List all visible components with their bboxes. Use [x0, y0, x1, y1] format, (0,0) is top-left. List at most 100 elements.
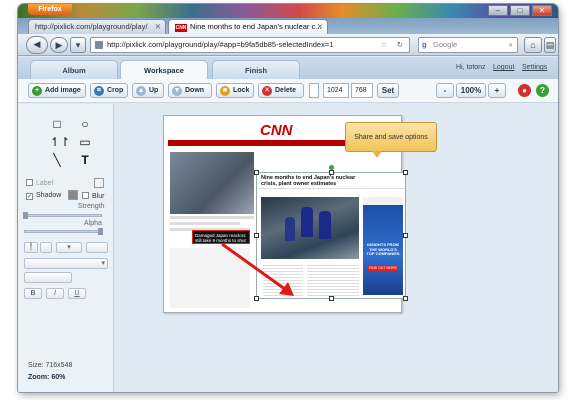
font-dropdown[interactable]: ▾ — [24, 258, 108, 269]
ad-text: INSIGHTS FROM THE WORLD'S TOP COMPANIES — [366, 242, 400, 256]
label-color-swatch[interactable] — [94, 178, 104, 188]
font-size-dropdown[interactable] — [24, 272, 72, 283]
navigation-bar: ◀ ▶ ▾ http://pixlick.com/playground/play… — [18, 34, 558, 56]
rotate-handle[interactable] — [329, 165, 334, 170]
firefox-menu-button[interactable]: Firefox — [28, 4, 72, 15]
add-image-button[interactable]: + Add image — [28, 83, 86, 98]
down-label: Down — [185, 87, 205, 94]
up-button[interactable]: ▲ Up — [132, 83, 164, 98]
maximize-button[interactable]: □ — [510, 5, 530, 16]
down-button[interactable]: ▼ Down — [168, 83, 212, 98]
tab-label: Nine months to end Japan's nuclear c... — [190, 22, 322, 31]
browser-tab-pixlick[interactable]: http://pixlick.com/playground/play/ ✕ — [28, 19, 166, 34]
background-color-swatch[interactable] — [309, 83, 319, 98]
canvas-area[interactable]: CNN Nine months to end Japan's nuclear c… — [115, 104, 558, 392]
back-button[interactable]: ◀ — [26, 36, 48, 54]
browser-tab-strip: http://pixlick.com/playground/play/ ✕ CN… — [18, 18, 558, 34]
resize-handle[interactable] — [329, 296, 334, 301]
ad-button: FIND OUT MORE — [368, 265, 398, 271]
style-dropdown[interactable]: ▾ — [56, 242, 82, 253]
resize-handle[interactable] — [329, 170, 334, 175]
label-checkbox[interactable] — [26, 179, 33, 186]
blur-checkbox[interactable] — [82, 192, 89, 199]
arrows-tool-icon[interactable]: ↿↾ — [50, 135, 70, 149]
resize-handle[interactable] — [254, 170, 259, 175]
image-size-label: Size: 716x548 — [28, 362, 73, 369]
set-size-button[interactable]: Set — [377, 83, 399, 98]
settings-link[interactable]: Settings — [522, 64, 547, 71]
close-icon[interactable]: ✕ — [317, 20, 323, 33]
url-bar[interactable]: http://pixlick.com/playground/play/#app=… — [90, 37, 410, 53]
article-headline: Nine months to end Japan's nuclear crisi… — [261, 175, 356, 187]
url-text: http://pixlick.com/playground/play/#app=… — [107, 40, 334, 49]
google-icon: g — [422, 40, 427, 49]
height-input[interactable]: 768 — [351, 83, 373, 98]
crop-label: Crop — [107, 87, 124, 94]
blur-option[interactable]: Blur — [82, 192, 104, 200]
search-placeholder: Google — [433, 40, 458, 49]
shadow-color-swatch[interactable] — [68, 190, 78, 200]
record-icon[interactable]: ● — [518, 84, 531, 97]
shadow-option[interactable]: ✓ Shadow — [26, 192, 61, 200]
bold-button[interactable]: B — [24, 288, 42, 299]
menu-icon[interactable]: ▤ — [544, 37, 556, 53]
width-input[interactable]: 1024 — [323, 83, 349, 98]
close-window-button[interactable]: ✕ — [532, 5, 552, 16]
resize-handle[interactable] — [403, 170, 408, 175]
article-text-column — [263, 263, 303, 297]
person-figure — [285, 217, 295, 241]
resize-handle[interactable] — [403, 233, 408, 238]
speech-bubble-tool-icon[interactable]: ▭ — [78, 135, 92, 149]
forward-button[interactable]: ▶ — [50, 37, 68, 53]
pin-icon[interactable]: ╿ — [24, 242, 38, 253]
resize-handle[interactable] — [403, 296, 408, 301]
tab-workspace[interactable]: Workspace — [120, 60, 208, 79]
minimize-button[interactable]: – — [488, 5, 508, 16]
label-option-text: Label — [36, 180, 54, 187]
reload-dropdown-icon[interactable]: ▾ — [70, 37, 86, 53]
close-icon[interactable]: ✕ — [155, 20, 161, 33]
logout-link[interactable]: Logout — [493, 64, 514, 71]
zoom-out-button[interactable]: - — [436, 83, 454, 98]
home-icon[interactable]: ⌂ — [524, 37, 542, 53]
slider-handle[interactable] — [98, 228, 103, 235]
italic-button[interactable]: I — [46, 288, 64, 299]
lock-button[interactable]: ■ Lock — [216, 83, 254, 98]
ellipse-tool-icon[interactable]: ○ — [78, 117, 92, 131]
reload-icon[interactable]: ↻ — [397, 38, 403, 52]
alpha-label: Alpha — [84, 220, 102, 227]
text-line — [170, 216, 254, 219]
background-photo — [170, 152, 254, 214]
text-tool-icon[interactable]: T — [78, 153, 92, 167]
user-greeting: Hi, totonz — [456, 64, 486, 71]
underline-button[interactable]: U — [68, 288, 86, 299]
workspace-toolbar: + Add image ⌗ Crop ▲ Up ▼ Down ■ Lock ✕ Delete… — [18, 79, 558, 103]
blur-option-text: Blur — [92, 193, 105, 200]
zoom-in-button[interactable]: + — [488, 83, 506, 98]
callout-label[interactable]: Damaged Japan reactors still take 9 mont… — [192, 230, 250, 248]
label-option[interactable]: Label — [26, 179, 53, 187]
browser-tab-cnn[interactable]: CNN Nine months to end Japan's nuclear c.… — [168, 19, 328, 34]
crop-button[interactable]: ⌗ Crop — [90, 83, 128, 98]
delete-button[interactable]: ✕ Delete — [258, 83, 304, 98]
resize-handle[interactable] — [254, 296, 259, 301]
search-icon[interactable]: ⌕ — [509, 38, 513, 52]
rectangle-tool-icon[interactable]: □ — [50, 117, 64, 131]
help-icon[interactable]: ? — [536, 84, 549, 97]
line-width-dropdown[interactable] — [86, 242, 108, 253]
color-box[interactable] — [40, 242, 52, 253]
bookmark-star-icon[interactable]: ☆ — [380, 38, 387, 52]
person-figure — [319, 211, 331, 239]
alpha-slider[interactable] — [24, 228, 103, 235]
tab-finish[interactable]: Finish — [212, 60, 300, 79]
slider-handle[interactable] — [23, 212, 28, 219]
cropped-article-image[interactable]: Nine months to end Japan's nuclear crisi… — [254, 165, 408, 301]
tab-label: http://pixlick.com/playground/play/ — [35, 22, 148, 31]
tab-album[interactable]: Album — [30, 60, 118, 79]
chevron-down-icon: ▾ — [101, 260, 105, 267]
strength-slider[interactable] — [23, 212, 102, 219]
line-tool-icon[interactable]: ╲ — [50, 153, 64, 167]
search-box[interactable]: g Google ⌕ — [418, 37, 518, 53]
resize-handle[interactable] — [254, 233, 259, 238]
shadow-checkbox[interactable]: ✓ — [26, 193, 33, 200]
